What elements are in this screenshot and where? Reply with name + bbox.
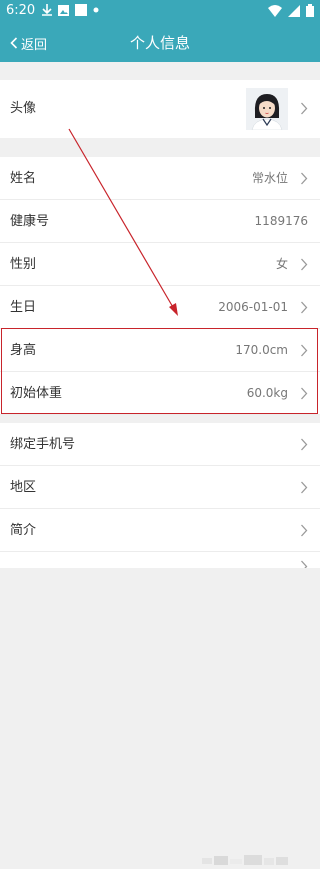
row-value: 女 xyxy=(275,257,288,271)
back-label: 返回 xyxy=(21,37,48,53)
row-gender[interactable]: 性别 女 xyxy=(0,243,320,286)
dot-icon xyxy=(93,7,99,13)
row-value: 60.0kg xyxy=(246,386,288,400)
photo-icon xyxy=(58,4,69,16)
chevron-right-icon xyxy=(301,258,308,271)
avatar-row[interactable]: 头像 xyxy=(0,80,320,138)
row-health-number: 健康号 1189176 xyxy=(0,200,320,243)
chevron-right-icon xyxy=(301,344,308,357)
row-label: 绑定手机号 xyxy=(10,437,76,452)
avatar xyxy=(246,88,288,130)
row-label: 简介 xyxy=(10,523,37,538)
chevron-right-icon xyxy=(301,481,308,494)
row-label: 身高 xyxy=(10,343,37,358)
row-partial[interactable] xyxy=(0,552,320,568)
row-label: 健康号 xyxy=(10,214,50,229)
chevron-left-icon xyxy=(10,37,18,49)
download-icon xyxy=(42,4,52,16)
signal-icon xyxy=(288,4,300,17)
row-initial-weight[interactable]: 初始体重 60.0kg xyxy=(0,372,320,415)
chevron-right-icon xyxy=(301,387,308,400)
row-label: 姓名 xyxy=(10,171,37,186)
row-value: 2006-01-01 xyxy=(218,300,288,314)
row-height[interactable]: 身高 170.0cm xyxy=(0,329,320,372)
square-icon xyxy=(75,4,87,16)
row-birthday[interactable]: 生日 2006-01-01 xyxy=(0,286,320,329)
chevron-right-icon xyxy=(301,172,308,185)
wifi-icon xyxy=(268,4,282,17)
row-value: 170.0cm xyxy=(235,343,288,357)
avatar-label: 头像 xyxy=(10,101,37,116)
row-bind-phone[interactable]: 绑定手机号 xyxy=(0,423,320,865)
row-label: 初始体重 xyxy=(10,386,63,401)
row-label: 性别 xyxy=(10,257,37,272)
chevron-right-icon xyxy=(301,301,308,314)
status-time: 6:20 xyxy=(6,3,36,18)
blurred-phone-number xyxy=(202,855,288,865)
row-value: 常水位 xyxy=(251,171,288,185)
status-bar: 6:20 xyxy=(0,0,320,24)
chevron-right-icon xyxy=(301,524,308,537)
row-label: 地区 xyxy=(10,480,37,495)
page-title: 个人信息 xyxy=(129,34,190,52)
row-bio[interactable]: 简介 xyxy=(0,509,320,552)
chevron-right-icon xyxy=(301,560,308,568)
row-region[interactable]: 地区 xyxy=(0,466,320,509)
chevron-right-icon xyxy=(301,102,308,115)
nav-bar: 返回 个人信息 xyxy=(0,24,320,62)
back-button[interactable]: 返回 xyxy=(10,24,47,62)
battery-icon xyxy=(306,4,314,17)
row-name[interactable]: 姓名 常水位 xyxy=(0,157,320,200)
row-label: 生日 xyxy=(10,300,37,315)
row-value: 1189176 xyxy=(254,214,308,228)
chevron-right-icon xyxy=(301,438,308,451)
